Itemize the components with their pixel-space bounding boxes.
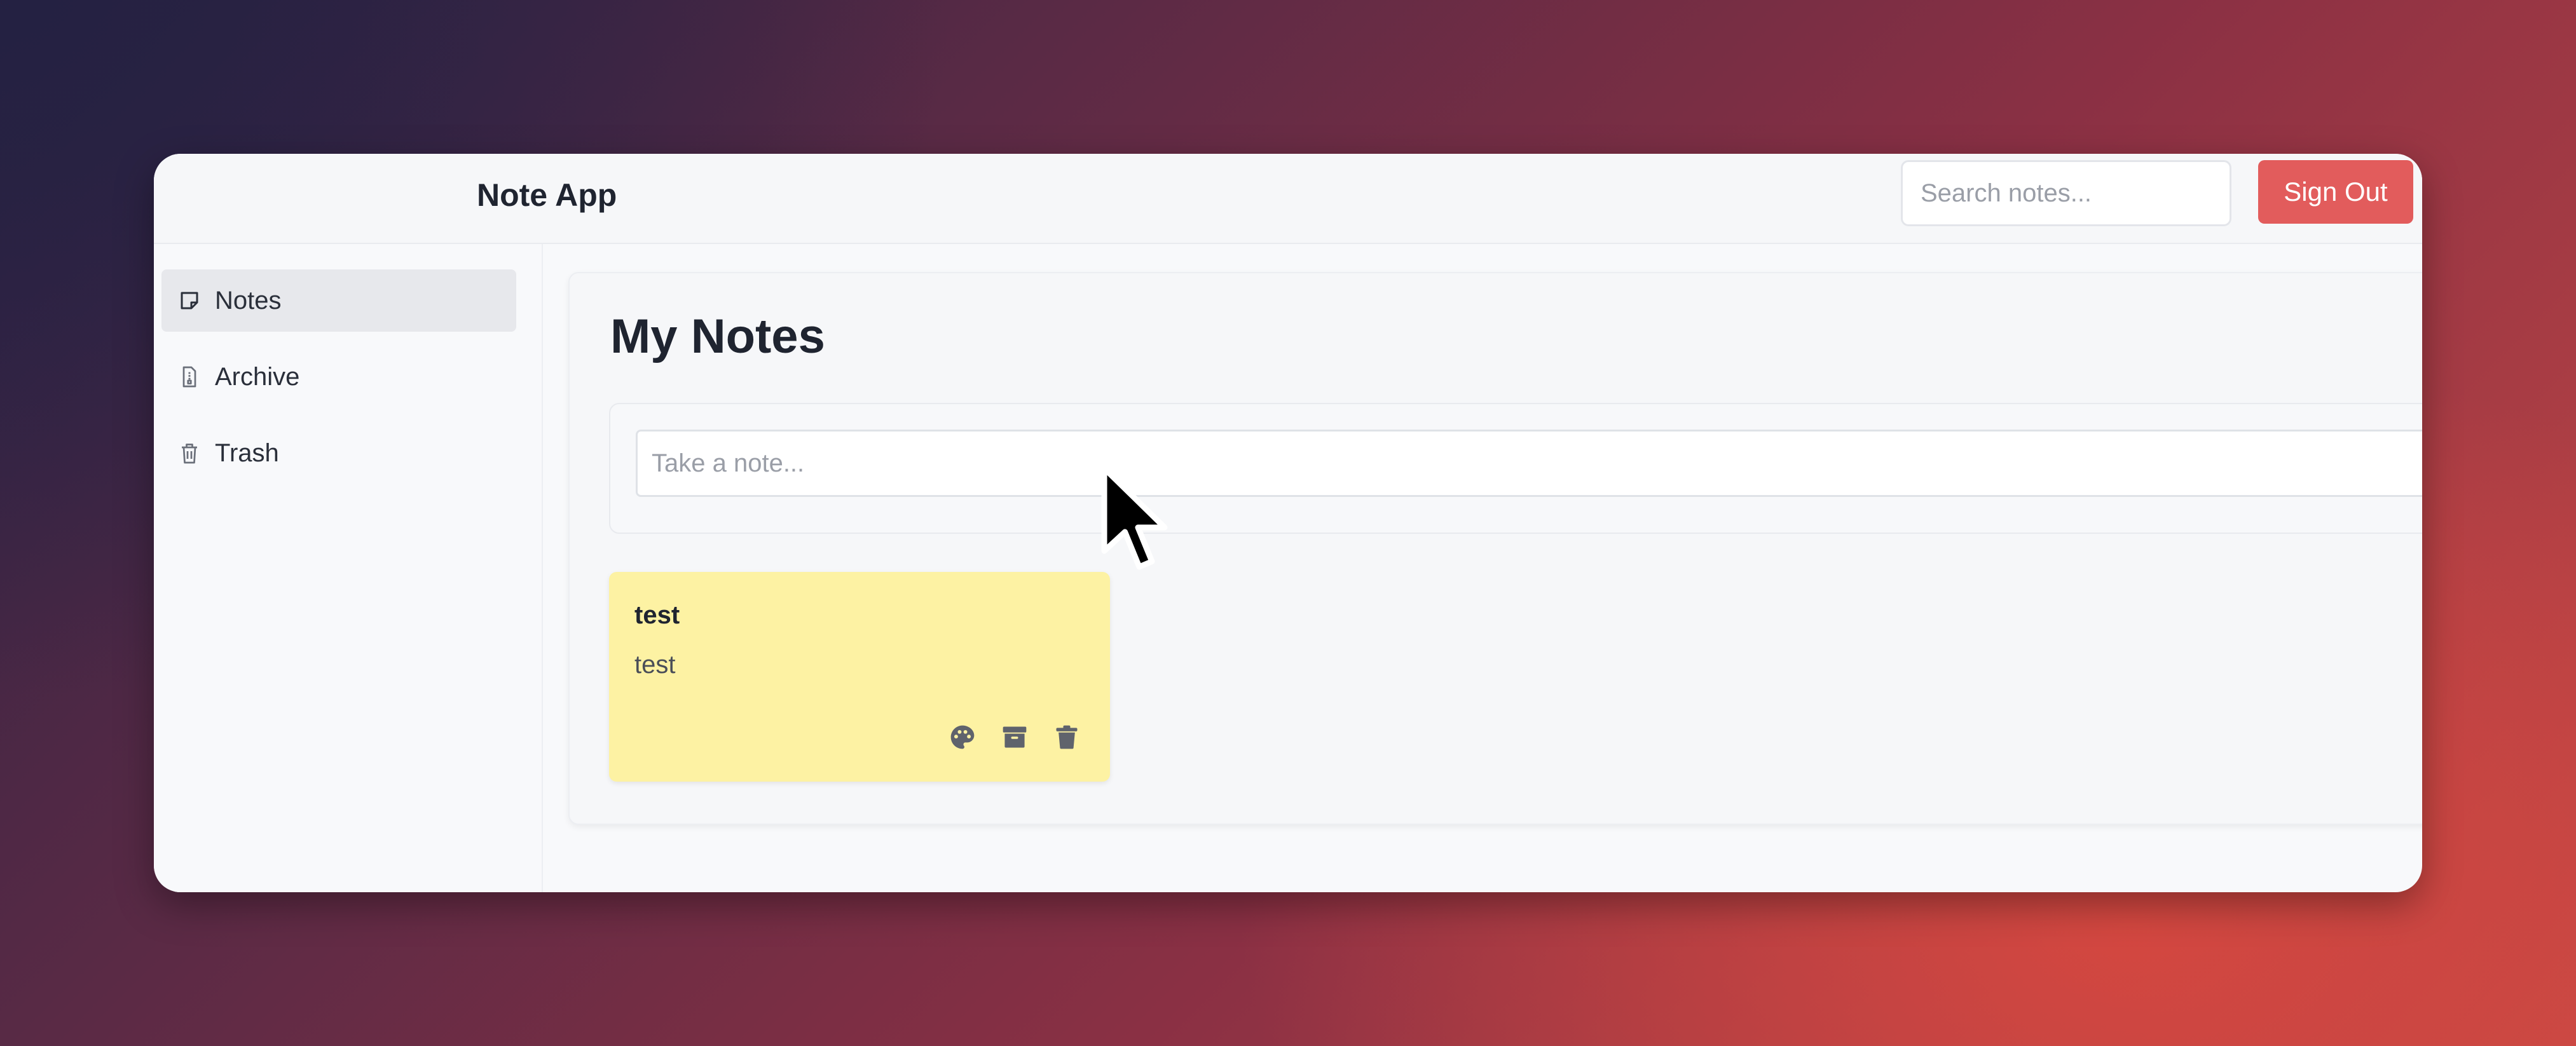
palette-icon[interactable] (949, 723, 976, 751)
note-composer (609, 403, 2422, 534)
note-body: test (634, 651, 676, 679)
sidebar-item-label: Notes (215, 286, 282, 315)
sign-out-button[interactable]: Sign Out (2258, 160, 2413, 224)
take-note-input[interactable] (636, 430, 2422, 497)
mouse-cursor-icon (1101, 465, 1171, 580)
app-title: Note App (477, 177, 617, 213)
archive-file-icon (178, 365, 201, 388)
sidebar: Notes Archive Trash (154, 244, 543, 892)
sticky-note-icon (178, 289, 201, 312)
search-input[interactable] (1901, 160, 2231, 226)
sidebar-item-archive[interactable]: Archive (161, 346, 516, 408)
sidebar-item-label: Trash (215, 438, 279, 467)
note-title: test (634, 601, 680, 629)
app-window: Note App Sign Out Notes Archive (154, 154, 2422, 892)
note-actions (949, 723, 1081, 751)
note-card[interactable]: test test (609, 572, 1110, 782)
sidebar-item-trash[interactable]: Trash (161, 422, 516, 484)
sidebar-item-label: Archive (215, 362, 300, 391)
trash-icon (178, 442, 201, 465)
page-title: My Notes (610, 309, 825, 363)
notes-panel: My Notes test test (568, 272, 2422, 825)
archive-icon[interactable] (1001, 723, 1029, 751)
top-header: Note App Sign Out (154, 154, 2422, 244)
trash-icon[interactable] (1053, 723, 1081, 751)
sidebar-item-notes[interactable]: Notes (161, 269, 516, 332)
